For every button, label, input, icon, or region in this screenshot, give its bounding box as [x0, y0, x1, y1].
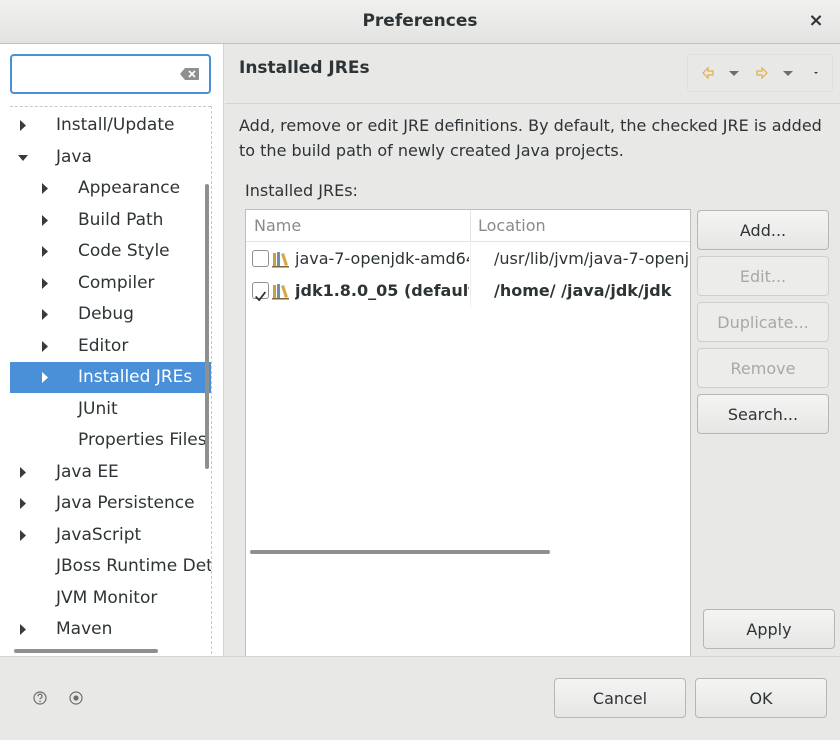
tree-item[interactable]: Installed JREs — [10, 362, 211, 393]
tree-horizontal-scrollbar[interactable] — [14, 649, 158, 653]
tree-item[interactable]: JVM Monitor — [10, 583, 211, 614]
tree-item-label: Java EE — [56, 461, 119, 482]
back-arrow-icon[interactable] — [700, 65, 716, 81]
tree-item-label: Compiler — [78, 272, 155, 293]
ok-button[interactable]: OK — [695, 678, 827, 718]
tree-item[interactable]: Appearance — [10, 173, 211, 204]
tree-item[interactable]: Code Style — [10, 236, 211, 267]
help-icon[interactable] — [32, 690, 48, 706]
jre-library-icon — [272, 252, 289, 268]
tree-item[interactable]: Compiler — [10, 268, 211, 299]
tree-item-label: Appearance — [78, 178, 181, 198]
history-navigation — [687, 54, 833, 92]
page-header: Installed JREs — [225, 44, 840, 104]
apply-button[interactable]: Apply — [703, 609, 835, 649]
tree-item-label: Debug — [78, 304, 134, 324]
column-divider[interactable] — [470, 210, 471, 242]
page-title: Installed JREs — [239, 58, 370, 78]
collapsed-arrow-icon[interactable] — [38, 236, 52, 267]
window-title: Preferences — [362, 11, 478, 31]
jre-location: /usr/lib/jvm/java-7-openjdk — [494, 249, 690, 268]
preference-tree-pane: Install/Update Java Appearance Build Path Co… — [0, 44, 224, 656]
tree-item[interactable]: JUnit — [10, 394, 211, 425]
collapsed-arrow-icon[interactable] — [16, 457, 30, 488]
tree-item[interactable]: Install/Update — [10, 110, 211, 141]
tree-item[interactable]: Build Path — [10, 205, 211, 236]
close-icon[interactable]: × — [806, 9, 826, 33]
collapsed-arrow-icon[interactable] — [38, 268, 52, 299]
collapsed-arrow-icon[interactable] — [38, 299, 52, 330]
installed-jres-label: Installed JREs: — [245, 181, 358, 200]
jre-row[interactable]: jdk1.8.0_05 (default) /home/ /java/jdk/jd… — [246, 275, 690, 306]
back-menu-icon[interactable] — [726, 65, 742, 81]
jre-library-icon — [272, 283, 289, 299]
forward-menu-icon[interactable] — [780, 65, 796, 81]
edit-button[interactable]: Edit... — [697, 256, 829, 296]
tree-top-divider — [10, 106, 211, 107]
import-export-icon[interactable] — [68, 690, 84, 706]
tree-item-label: Editor — [78, 335, 129, 356]
table-header: Name Location — [246, 210, 690, 242]
tree-item-label: Java — [56, 146, 92, 167]
tree-item[interactable]: JavaScript — [10, 520, 211, 551]
collapsed-arrow-icon[interactable] — [38, 362, 52, 393]
tree-item-label: Properties Files E — [78, 430, 212, 450]
view-menu-icon[interactable] — [808, 65, 824, 81]
tree-item[interactable]: Debug — [10, 299, 211, 330]
jre-checkbox[interactable] — [252, 281, 269, 301]
tree-item[interactable]: Java EE — [10, 457, 211, 488]
table-horizontal-scrollbar[interactable] — [250, 550, 550, 554]
duplicate-button[interactable]: Duplicate... — [697, 302, 829, 342]
forward-arrow-icon[interactable] — [754, 65, 770, 81]
tree-item-label: Maven — [56, 619, 113, 639]
jre-location: /home/ /java/jdk/jdk — [494, 280, 672, 300]
tree-item[interactable]: Editor — [10, 331, 211, 362]
filter-input[interactable] — [18, 62, 178, 86]
collapsed-arrow-icon[interactable] — [16, 488, 30, 519]
tree-item-label: Install/Update — [56, 115, 175, 135]
tree-item[interactable]: Java — [10, 142, 211, 173]
tree-item-label: JVM Monitor — [56, 587, 158, 608]
tree-item[interactable]: JBoss Runtime Dete — [10, 551, 212, 582]
dialog-footer: Cancel OK — [0, 656, 840, 740]
search-button[interactable]: Search... — [697, 394, 829, 434]
collapsed-arrow-icon[interactable] — [38, 173, 52, 204]
column-header-name[interactable]: Name — [254, 216, 301, 235]
tree-item-label: JBoss Runtime Dete — [56, 556, 212, 576]
filter-field[interactable] — [10, 54, 211, 94]
jre-checkbox[interactable] — [252, 250, 269, 267]
tree-vertical-scrollbar[interactable] — [205, 184, 209, 469]
expanded-arrow-icon[interactable] — [16, 142, 30, 173]
collapsed-arrow-icon[interactable] — [38, 205, 52, 236]
jre-table[interactable]: Name Location java-7-openjdk-amd64/usr/l… — [245, 209, 691, 663]
column-header-location[interactable]: Location — [478, 216, 546, 235]
add-button[interactable]: Add... — [697, 210, 829, 250]
tree-item-label: Java Persistence — [56, 493, 195, 513]
collapsed-arrow-icon[interactable] — [16, 614, 30, 645]
clear-text-icon[interactable] — [180, 67, 200, 81]
tree-item-label: Build Path — [78, 209, 164, 230]
jre-row[interactable]: java-7-openjdk-amd64/usr/lib/jvm/java-7-… — [246, 243, 690, 274]
tree-item-label: Code Style — [78, 241, 170, 261]
tree-item-label: JavaScript — [56, 524, 142, 545]
cancel-button[interactable]: Cancel — [554, 678, 686, 718]
remove-button[interactable]: Remove — [697, 348, 829, 388]
collapsed-arrow-icon[interactable] — [16, 520, 30, 551]
tree-item[interactable]: Maven — [10, 614, 211, 645]
tree-item-label: Installed JREs — [78, 367, 193, 387]
page-content: Add, remove or edit JRE definitions. By … — [225, 105, 840, 663]
collapsed-arrow-icon[interactable] — [16, 110, 30, 141]
preference-tree[interactable]: Install/Update Java Appearance Build Path Co… — [0, 106, 212, 654]
jre-name: java-7-openjdk-amd64 — [295, 249, 469, 268]
tree-item[interactable]: Java Persistence — [10, 488, 211, 519]
tree-item[interactable]: Properties Files E — [10, 425, 212, 456]
tree-item-label: JUnit — [78, 398, 118, 419]
collapsed-arrow-icon[interactable] — [38, 331, 52, 362]
title-bar: Preferences × — [0, 0, 840, 44]
jre-name: jdk1.8.0_05 (default) — [295, 280, 469, 300]
page-description: Add, remove or edit JRE definitions. By … — [239, 116, 822, 160]
